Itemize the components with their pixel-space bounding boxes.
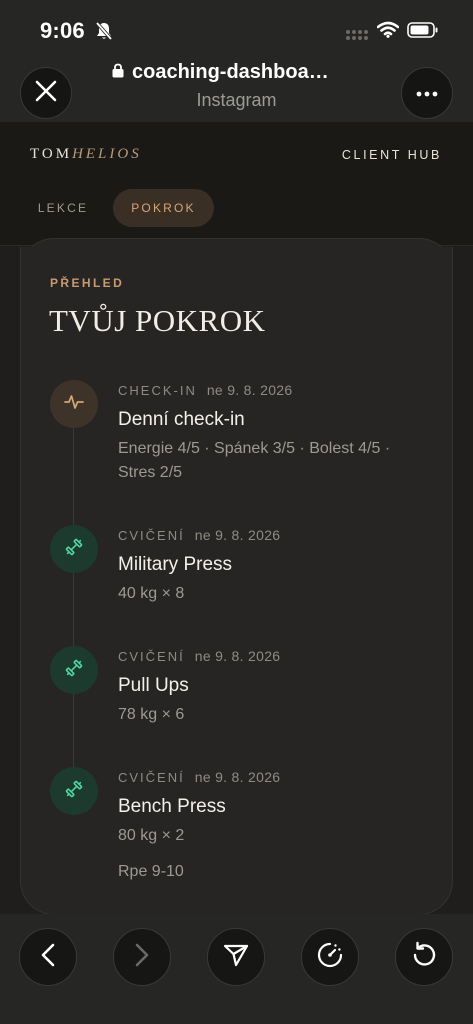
back-button[interactable] (19, 928, 77, 986)
entry-note: Rpe 9-10 (118, 863, 184, 880)
dumbbell-icon (64, 779, 84, 804)
timeline-line (73, 405, 74, 793)
bell-off-icon (95, 21, 113, 46)
dumbbell-icon (64, 658, 84, 683)
entry-date: ne 9. 8. 2026 (194, 527, 281, 543)
cellular-signal-icon (345, 28, 371, 46)
exercise-entry-icon (50, 646, 98, 694)
wifi-icon (376, 21, 400, 43)
timer-icon (316, 941, 344, 974)
entry-meta: CVIČENÍ ne 9. 8. 2026 (118, 527, 280, 543)
entry-detail: 40 kg × 8 (118, 585, 185, 602)
entry-meta: CVIČENÍ ne 9. 8. 2026 (118, 648, 280, 664)
entry-kind: CHECK-IN (118, 383, 197, 398)
more-options-button[interactable] (401, 67, 453, 119)
tab-pokrok[interactable]: POKROK (113, 189, 214, 227)
entry-date: ne 9. 8. 2026 (206, 382, 293, 398)
tab-lekce[interactable]: LEKCE (22, 189, 104, 227)
browser-toolbar (0, 914, 473, 1024)
brand-logo[interactable]: TOMHELIOS (30, 146, 142, 163)
entry-meta: CVIČENÍ ne 9. 8. 2026 (118, 769, 280, 785)
entry-date: ne 9. 8. 2026 (194, 769, 281, 785)
entry-date: ne 9. 8. 2026 (194, 648, 281, 664)
send-icon (223, 942, 249, 973)
chevron-left-icon (41, 943, 55, 972)
url-text: coaching-dashboa… (132, 61, 329, 83)
lock-icon (112, 61, 124, 84)
entry-detail: Energie 4/5 · Spánek 3/5 · Bolest 4/5 · … (118, 440, 391, 481)
status-bar: 9:06 (0, 0, 473, 60)
entry-kind: CVIČENÍ (118, 770, 185, 785)
entry-title: Denní check-in (118, 409, 245, 430)
checkin-entry-icon (50, 380, 98, 428)
entry-meta: CHECK-IN ne 9. 8. 2026 (118, 382, 292, 398)
exercise-entry-icon (50, 767, 98, 815)
reload-button[interactable] (395, 928, 453, 986)
forward-button[interactable] (113, 928, 171, 986)
entry-kind: CVIČENÍ (118, 528, 185, 543)
entry-detail: 78 kg × 6 (118, 706, 185, 723)
status-time: 9:06 (40, 18, 85, 43)
more-dots-icon (416, 84, 438, 102)
progress-card (20, 247, 453, 915)
share-button[interactable] (207, 928, 265, 986)
entry-detail: 80 kg × 2 (118, 827, 185, 844)
timer-button[interactable] (301, 928, 359, 986)
entry-title: Military Press (118, 554, 233, 575)
chevron-right-icon (135, 943, 149, 972)
entry-title: Pull Ups (118, 675, 189, 696)
entry-title: Bench Press (118, 796, 226, 817)
reload-icon (410, 941, 438, 974)
exercise-entry-icon (50, 525, 98, 573)
entry-kind: CVIČENÍ (118, 649, 185, 664)
section-label: PŘEHLED (50, 276, 125, 290)
battery-icon (407, 22, 439, 43)
pulse-icon (64, 394, 84, 415)
site-header: TOMHELIOS CLIENT HUB LEKCE POKROK (0, 122, 473, 246)
dumbbell-icon (64, 537, 84, 562)
brand-first: TOM (30, 146, 73, 162)
browser-header: coaching-dashboa… Instagram (0, 60, 473, 122)
url-bar[interactable]: coaching-dashboa… (112, 61, 372, 84)
client-hub-label: CLIENT HUB (341, 148, 442, 162)
brand-second: HELIOS (72, 146, 142, 162)
page-title: TVŮJ POKROK (49, 303, 266, 338)
